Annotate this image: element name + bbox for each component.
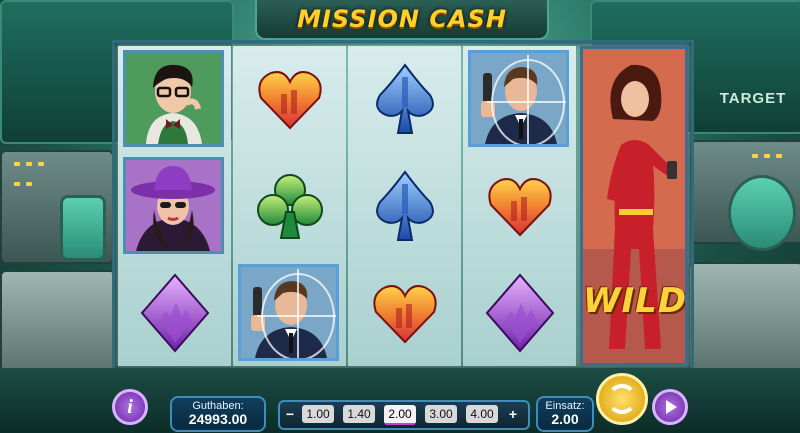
heart-symbol-icon: [257, 71, 322, 130]
left-desk: [0, 270, 116, 374]
character-geek-glasses-icon: [123, 50, 224, 147]
character-lady-purple-hat-icon: [123, 157, 224, 254]
wild-expanded-symbol: WILD: [580, 46, 688, 366]
reel-cell: [463, 153, 576, 259]
reel-cell: [348, 260, 461, 366]
bet-option-1[interactable]: 1.00: [302, 405, 334, 423]
reel-3: [348, 46, 461, 366]
bet-option-3-selected[interactable]: 2.00: [384, 405, 416, 425]
reel-cell: [463, 260, 576, 366]
spade-symbol-icon: [375, 63, 434, 134]
crosshair-icon: [487, 55, 566, 144]
stake-value: 2.00: [551, 411, 579, 427]
reel-2: [233, 46, 346, 366]
reel-cell: [233, 46, 346, 152]
stake-display: Einsatz: 2.00: [536, 396, 594, 432]
bet-decrease-button[interactable]: −: [283, 405, 297, 423]
info-button[interactable]: i: [112, 389, 148, 425]
spade-symbol-icon: [375, 170, 434, 241]
diamond-symbol-icon: [485, 273, 554, 353]
balance-display: Guthaben: 24993.00: [170, 396, 266, 432]
reel-cell: [463, 46, 576, 152]
character-agent-gun-icon: [468, 50, 569, 147]
reel-cell: [233, 153, 346, 259]
reel-cell: [348, 153, 461, 259]
crosshair-icon: [257, 269, 336, 358]
title-banner: MISSION CASH: [255, 0, 549, 40]
reel-4: [463, 46, 576, 366]
bet-option-4[interactable]: 3.00: [425, 405, 457, 423]
target-sign: TARGET: [719, 89, 787, 107]
right-desk: [688, 262, 800, 372]
game-title: MISSION CASH: [297, 5, 507, 33]
left-monitor: [60, 195, 106, 261]
reel-cell: [233, 260, 346, 366]
heart-symbol-icon: [372, 285, 437, 344]
reel-cell: [118, 153, 231, 259]
play-icon: [666, 400, 677, 414]
autoplay-button[interactable]: [652, 389, 688, 425]
reel-cell: [348, 46, 461, 152]
reel-1: [118, 46, 231, 366]
club-symbol-icon: [256, 174, 323, 239]
bet-option-5[interactable]: 4.00: [466, 405, 498, 423]
right-globe-monitor: [728, 175, 796, 251]
spin-button[interactable]: [596, 373, 648, 425]
wild-label: WILD: [583, 281, 688, 321]
reels-grid: WILD: [112, 40, 694, 372]
balance-value: 24993.00: [188, 411, 248, 427]
spin-arrows-icon: [607, 384, 637, 414]
bet-level-selector: − 1.00 1.40 2.00 3.00 4.00 +: [278, 400, 530, 430]
game-screen: TARGET MISSION CASH WILD i Guthaben: 249…: [0, 0, 800, 433]
heart-symbol-icon: [487, 178, 552, 237]
diamond-symbol-icon: [140, 273, 209, 353]
bet-option-2[interactable]: 1.40: [343, 405, 375, 423]
character-agent-gun-icon: [238, 264, 339, 361]
reel-cell: [118, 46, 231, 152]
reel-cell: [118, 260, 231, 366]
bet-increase-button[interactable]: +: [506, 405, 520, 423]
